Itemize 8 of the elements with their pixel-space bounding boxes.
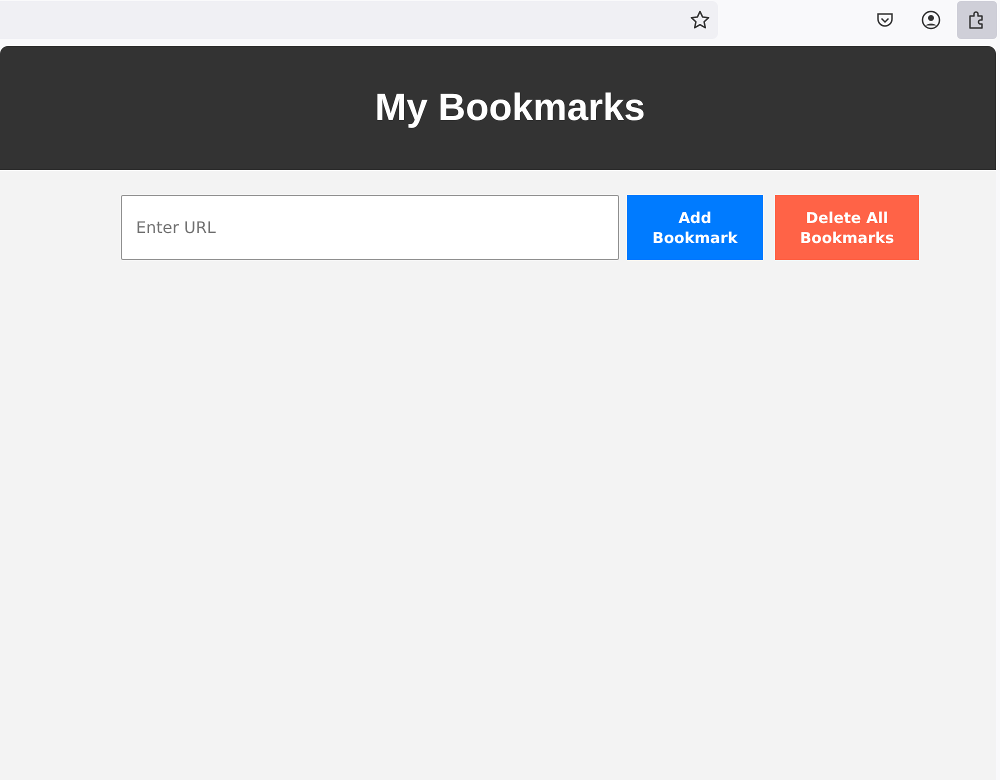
add-button[interactable]: Add Bookmark xyxy=(627,195,763,260)
extensions-button[interactable] xyxy=(957,1,997,39)
delete-all-button[interactable]: Delete All Bookmarks xyxy=(775,195,919,260)
page-title: My Bookmarks xyxy=(374,86,646,130)
url-input-field[interactable]: Enter URL xyxy=(121,195,619,260)
star-icon[interactable] xyxy=(690,10,710,30)
pocket-icon[interactable] xyxy=(876,11,894,29)
account-icon[interactable] xyxy=(921,10,941,30)
